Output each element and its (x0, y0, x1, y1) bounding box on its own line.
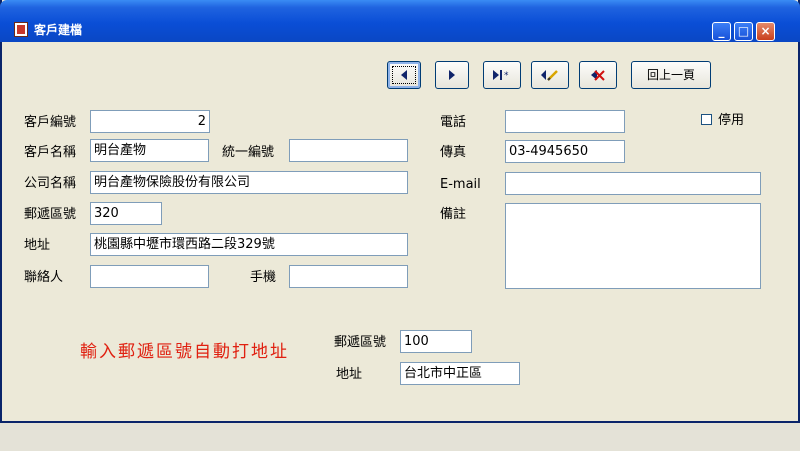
delete-record-icon (591, 70, 605, 81)
edit-record-icon (541, 70, 558, 81)
lookup-postal-code-field[interactable]: 100 (400, 330, 472, 353)
svg-text:*: * (504, 71, 509, 81)
disabled-label[interactable]: 停用 (718, 113, 744, 129)
remarks-field[interactable] (505, 203, 761, 289)
company-name-field[interactable]: 明台產物保險股份有限公司 (90, 171, 408, 194)
company-name-label: 公司名稱 (24, 176, 77, 191)
address-label: 地址 (24, 238, 51, 253)
customer-no-label: 客戶編號 (24, 115, 77, 130)
contact-label: 聯絡人 (24, 270, 64, 285)
new-record-icon: * (493, 70, 509, 81)
edit-record-button[interactable] (531, 61, 569, 89)
email-label: E-mail (440, 177, 481, 192)
delete-record-button[interactable] (579, 61, 617, 89)
disabled-checkbox[interactable] (701, 114, 712, 125)
lookup-address-label: 地址 (336, 367, 363, 382)
maximize-button[interactable]: □ (734, 22, 753, 41)
postal-lookup-hint: 輸入郵遞區號自動打地址 (80, 342, 289, 362)
lookup-address-field[interactable]: 台北市中正區 (400, 362, 520, 385)
mobile-label: 手機 (250, 270, 277, 285)
new-record-button[interactable]: * (483, 61, 521, 89)
customer-name-label: 客戶名稱 (24, 145, 77, 160)
prev-record-button[interactable] (387, 61, 421, 89)
customer-form-window: 客戶建檔 _ □ × * 回上一頁 客戶編號 2 客戶名稱 明台產物 統一編號 … (0, 0, 800, 423)
mobile-field[interactable] (289, 265, 408, 288)
window-title: 客戶建檔 (34, 23, 83, 37)
email-field[interactable] (505, 172, 761, 195)
app-icon (14, 22, 28, 37)
next-record-icon (449, 70, 455, 80)
remarks-label: 備註 (440, 207, 467, 222)
phone-field[interactable] (505, 110, 625, 133)
minimize-button[interactable]: _ (712, 22, 731, 41)
tax-id-label: 統一編號 (222, 145, 275, 160)
postal-code-label: 郵遞區號 (24, 207, 77, 222)
fax-label: 傳真 (440, 145, 467, 160)
postal-code-field[interactable]: 320 (90, 202, 162, 225)
go-back-button[interactable]: 回上一頁 (631, 61, 711, 89)
phone-label: 電話 (440, 115, 467, 130)
address-field[interactable]: 桃園縣中壢市環西路二段329號 (90, 233, 408, 256)
lookup-postal-code-label: 郵遞區號 (334, 335, 387, 350)
next-record-button[interactable] (435, 61, 469, 89)
fax-field[interactable]: 03-4945650 (505, 140, 625, 163)
customer-name-field[interactable]: 明台產物 (90, 139, 209, 162)
tax-id-field[interactable] (289, 139, 408, 162)
close-button[interactable]: × (756, 22, 775, 41)
customer-no-field[interactable]: 2 (90, 110, 210, 133)
contact-field[interactable] (90, 265, 209, 288)
title-bar[interactable]: 客戶建檔 _ □ × (0, 0, 800, 42)
